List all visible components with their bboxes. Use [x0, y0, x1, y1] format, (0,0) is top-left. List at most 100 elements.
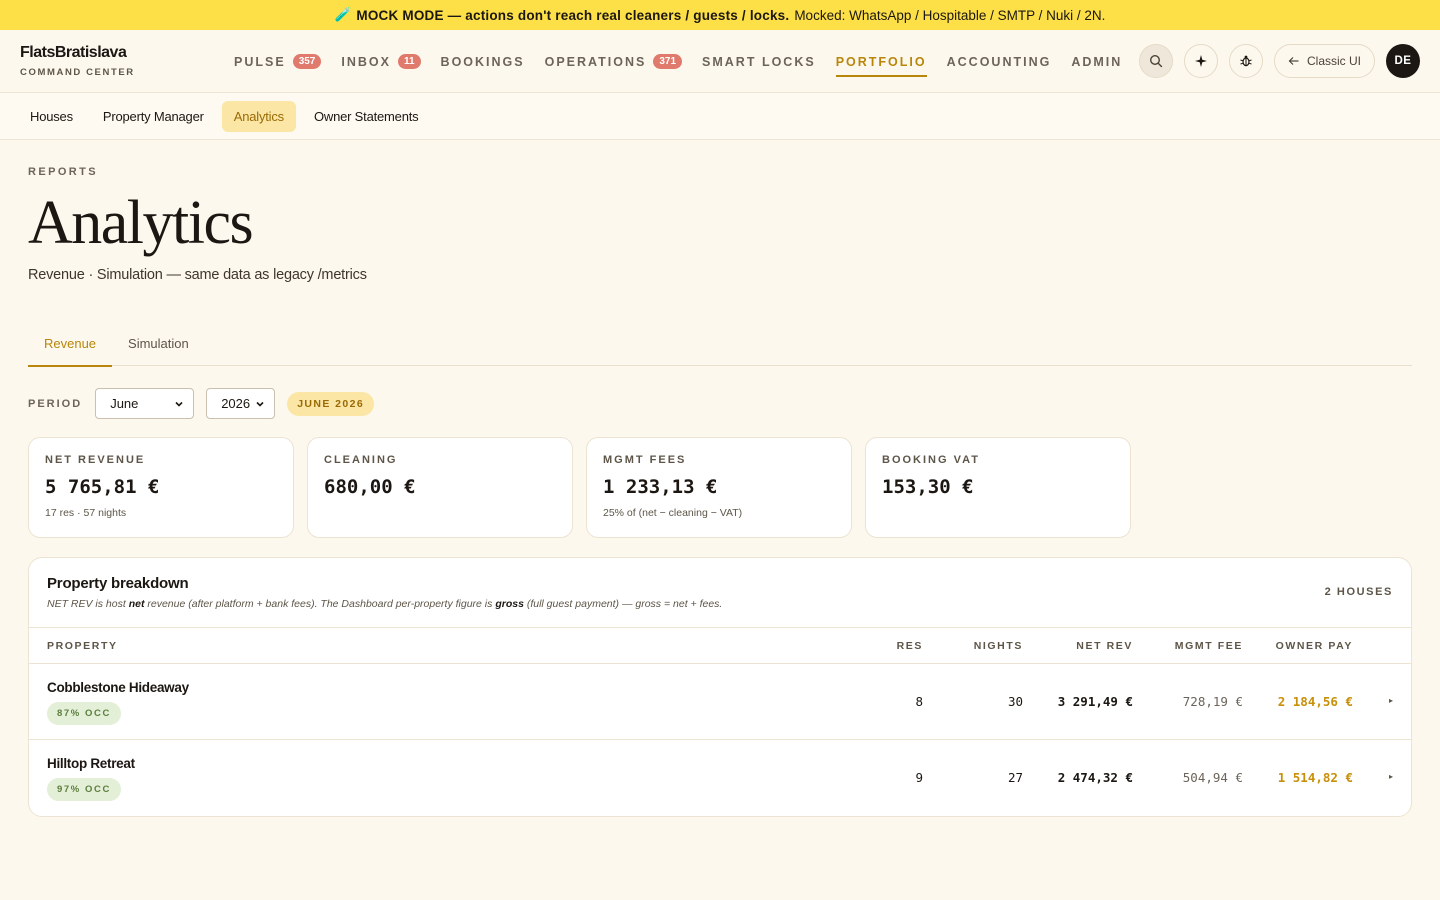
- occupancy-badge: 87% OCC: [47, 702, 121, 725]
- nav-item-label: INBOX: [341, 54, 391, 69]
- nav-count-badge: 357: [292, 54, 322, 69]
- res-value: 8: [915, 694, 923, 709]
- classic-ui-button[interactable]: Classic UI: [1273, 44, 1375, 78]
- period-label: PERIOD: [28, 397, 83, 410]
- stat-value: 1 233,13 €: [603, 476, 718, 498]
- table-row[interactable]: Hilltop Retreat 97% OCC 9 27 2 474,32 € …: [29, 740, 1411, 816]
- search-button[interactable]: [1138, 44, 1173, 78]
- sub-nav: Houses Property Manager Analytics Owner …: [0, 93, 1440, 140]
- expand-row-icon[interactable]: ▸: [1389, 772, 1393, 781]
- mock-mode-title: MOCK MODE — actions don't reach real cle…: [356, 7, 790, 23]
- column-header-net-rev: NET REV: [1076, 640, 1133, 652]
- stat-note: 17 res · 57 nights: [45, 507, 127, 519]
- column-header-property: PROPERTY: [47, 640, 118, 652]
- nav-item-bookings[interactable]: BOOKINGS: [441, 30, 525, 93]
- property-name: Cobblestone Hideaway: [47, 680, 189, 695]
- stat-card-booking-vat: BOOKING VAT 153,30 €: [865, 437, 1131, 538]
- report-tabs: Revenue Simulation: [28, 321, 1412, 367]
- nav-item-admin[interactable]: ADMIN: [1071, 30, 1122, 93]
- net-rev-value: 2 474,32 €: [1057, 770, 1133, 785]
- top-bar: FlatsBratislava COMMAND CENTER PULSE 357…: [0, 30, 1440, 93]
- desc-text: (full guest payment) — gross = net + fee…: [523, 598, 723, 610]
- nav-item-pulse[interactable]: PULSE 357: [234, 30, 322, 93]
- nights-value: 30: [1007, 694, 1023, 709]
- nav-item-label: ADMIN: [1071, 54, 1123, 69]
- subnav-item-houses[interactable]: Houses: [18, 101, 85, 132]
- stat-label: BOOKING VAT: [882, 454, 980, 466]
- expand-row-icon[interactable]: ▸: [1389, 696, 1393, 705]
- page-eyebrow: REPORTS: [28, 166, 98, 178]
- classic-ui-label: Classic UI: [1306, 54, 1361, 68]
- mock-mode-detail: Mocked: WhatsApp / Hospitable / SMTP / N…: [794, 7, 1106, 23]
- period-filter: PERIOD June 2026 JUNE 2026: [28, 388, 1412, 419]
- chevron-down-icon: [256, 401, 264, 407]
- column-header-owner-pay: OWNER PAY: [1275, 640, 1353, 652]
- tab-simulation[interactable]: Simulation: [112, 321, 205, 366]
- mgmt-fee-value: 504,94 €: [1182, 770, 1243, 785]
- user-avatar[interactable]: DE: [1386, 44, 1420, 78]
- subnav-item-analytics[interactable]: Analytics: [221, 100, 296, 132]
- search-icon: [1149, 54, 1163, 68]
- breakdown-header: Property breakdown NET REV is host net r…: [29, 558, 1411, 628]
- net-rev-value: 3 291,49 €: [1057, 694, 1133, 709]
- subnav-item-owner-statements[interactable]: Owner Statements: [302, 101, 430, 132]
- brand-name: FlatsBratislava: [20, 44, 127, 61]
- brand-subtitle: COMMAND CENTER: [20, 67, 135, 78]
- nav-item-accounting[interactable]: ACCOUNTING: [947, 30, 1052, 93]
- stat-label: MGMT FEES: [603, 454, 687, 466]
- nav-count-badge: 371: [653, 54, 683, 69]
- main-content: REPORTS Analytics Revenue · Simulation —…: [0, 166, 1440, 817]
- page-subtitle: Revenue · Simulation — same data as lega…: [28, 267, 367, 283]
- mock-mode-banner: 🧪 MOCK MODE — actions don't reach real c…: [0, 0, 1440, 30]
- column-header-nights: NIGHTS: [973, 640, 1023, 652]
- year-select[interactable]: 2026: [206, 388, 276, 419]
- subnav-item-property-manager[interactable]: Property Manager: [91, 101, 216, 132]
- house-count: 2 HOUSES: [1324, 586, 1393, 598]
- property-breakdown-card: Property breakdown NET REV is host net r…: [28, 557, 1412, 817]
- chevron-down-icon: [175, 401, 183, 407]
- bug-icon: [1240, 55, 1252, 67]
- month-select[interactable]: June: [95, 388, 195, 419]
- nights-value: 27: [1007, 770, 1023, 785]
- sparkle-icon: [1194, 55, 1207, 67]
- nav-item-label: BOOKINGS: [440, 54, 525, 69]
- column-header-res: RES: [896, 640, 923, 652]
- stat-cards: NET REVENUE 5 765,81 € 17 res · 57 night…: [28, 437, 1412, 538]
- nav-item-label: PORTFOLIO: [835, 54, 927, 69]
- desc-bold: net: [128, 598, 145, 610]
- tab-revenue[interactable]: Revenue: [28, 321, 113, 367]
- stat-note: 25% of (net − cleaning − VAT): [603, 507, 743, 519]
- nav-item-smart-locks[interactable]: SMART LOCKS: [702, 30, 816, 93]
- nav-count-badge: 11: [397, 54, 421, 69]
- debug-button[interactable]: [1228, 44, 1263, 78]
- desc-text: revenue (after platform + bank fees). Th…: [144, 598, 496, 610]
- stat-value: 5 765,81 €: [45, 476, 160, 498]
- header-actions: Classic UI DE: [1138, 44, 1420, 78]
- owner-pay-value: 1 514,82 €: [1277, 770, 1353, 785]
- stat-value: 153,30 €: [882, 476, 974, 498]
- arrow-left-icon: [1288, 57, 1299, 65]
- nav-item-portfolio[interactable]: PORTFOLIO: [835, 30, 927, 93]
- nav-item-inbox[interactable]: INBOX 11: [341, 30, 421, 93]
- brand[interactable]: FlatsBratislava COMMAND CENTER: [20, 44, 135, 78]
- year-select-value: 2026: [221, 396, 251, 411]
- stat-card-cleaning: CLEANING 680,00 €: [307, 437, 573, 538]
- desc-bold: gross: [495, 598, 524, 610]
- ai-assistant-button[interactable]: [1183, 44, 1218, 78]
- main-nav: PULSE 357 INBOX 11 BOOKINGS OPERATIONS 3…: [234, 30, 1122, 93]
- nav-item-operations[interactable]: OPERATIONS 371: [544, 30, 683, 93]
- table-row[interactable]: Cobblestone Hideaway 87% OCC 8 30 3 291,…: [29, 664, 1411, 740]
- table-header-row: PROPERTY RES NIGHTS NET REV MGMT FEE OWN…: [29, 628, 1411, 664]
- mgmt-fee-value: 728,19 €: [1182, 694, 1243, 709]
- nav-item-label: PULSE: [234, 54, 286, 69]
- stat-label: NET REVENUE: [45, 454, 146, 466]
- test-tube-icon: 🧪: [334, 7, 352, 22]
- page-title: Analytics: [28, 189, 254, 257]
- nav-item-label: SMART LOCKS: [702, 54, 816, 69]
- nav-item-label: OPERATIONS: [544, 54, 647, 69]
- stat-label: CLEANING: [324, 454, 398, 466]
- breakdown-description: NET REV is host net revenue (after platf…: [47, 598, 1393, 610]
- breakdown-title: Property breakdown: [47, 575, 189, 592]
- period-badge: JUNE 2026: [287, 391, 375, 416]
- stat-card-mgmt-fees: MGMT FEES 1 233,13 € 25% of (net − clean…: [586, 437, 852, 538]
